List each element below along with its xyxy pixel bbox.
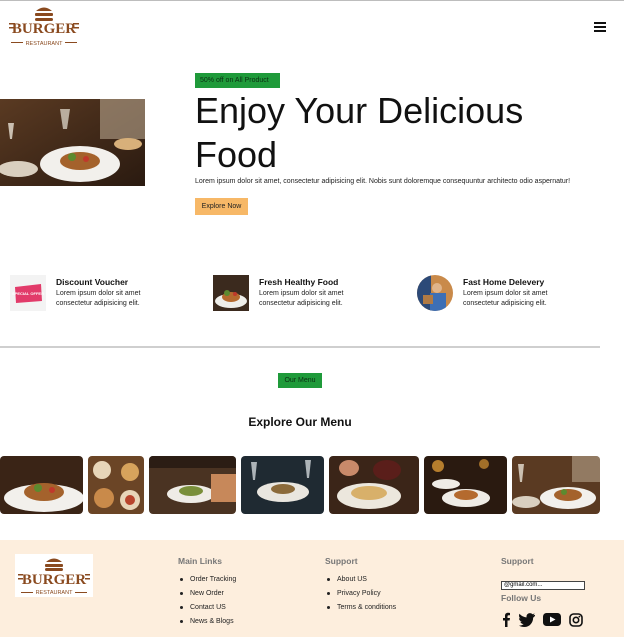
feature-text: Lorem ipsum dolor sit amet consectetur a… bbox=[56, 290, 141, 307]
section-divider bbox=[0, 346, 600, 348]
social-links bbox=[501, 612, 585, 627]
menu-item-image[interactable] bbox=[329, 456, 419, 514]
footer-contact-title: Support bbox=[501, 556, 534, 566]
hamburger-menu-icon[interactable] bbox=[594, 22, 606, 34]
menu-heading: Explore Our Menu bbox=[248, 415, 352, 429]
menu-item-image[interactable] bbox=[0, 456, 83, 514]
svg-text:BURGER: BURGER bbox=[12, 21, 76, 37]
footer-main-links: Main Links Order Tracking New Order Cont… bbox=[178, 556, 236, 629]
feature-title: Fresh Healthy Food bbox=[259, 277, 339, 287]
footer-link-privacy-policy[interactable]: Privacy Policy bbox=[325, 587, 396, 601]
explore-now-button[interactable]: Explore Now bbox=[195, 198, 248, 215]
footer-link-about-us[interactable]: About US bbox=[325, 573, 396, 587]
footer-support-contact: Support Follow Us bbox=[501, 556, 585, 627]
footer-link-order-tracking[interactable]: Order Tracking bbox=[178, 573, 236, 587]
instagram-icon[interactable] bbox=[569, 612, 583, 627]
email-field[interactable] bbox=[501, 580, 585, 590]
menu-badge: Our Menu bbox=[278, 373, 322, 388]
feature-discount-voucher: SPECIAL OFFER Discount Voucher Lorem ips… bbox=[10, 275, 200, 315]
voucher-icon: SPECIAL OFFER bbox=[10, 275, 46, 311]
feature-title: Discount Voucher bbox=[56, 277, 129, 287]
footer-logo[interactable]: BURGER RESTAURANT bbox=[15, 554, 93, 597]
delivery-icon bbox=[417, 275, 453, 311]
feature-text: Lorem ipsum dolor sit amet consectetur a… bbox=[259, 290, 344, 307]
footer-link-new-order[interactable]: New Order bbox=[178, 587, 236, 601]
feature-fresh-healthy-food: Fresh Healthy Food Lorem ipsum dolor sit… bbox=[213, 275, 403, 315]
follow-us-label: Follow Us bbox=[501, 593, 542, 603]
top-border bbox=[0, 0, 624, 1]
menu-item-image[interactable] bbox=[424, 456, 507, 514]
feature-fast-home-delivery: Fast Home Delevery Lorem ipsum dolor sit… bbox=[417, 275, 607, 315]
svg-text:RESTAURANT: RESTAURANT bbox=[36, 590, 74, 596]
footer-support-links: Support About US Privacy Policy Terms & … bbox=[325, 556, 396, 615]
footer-support-title: Support bbox=[325, 556, 358, 566]
youtube-icon[interactable] bbox=[543, 613, 561, 626]
footer: BURGER RESTAURANT Main Links Order Track… bbox=[0, 540, 624, 637]
footer-link-news-blogs[interactable]: News & Blogs bbox=[178, 615, 236, 629]
menu-item-image[interactable] bbox=[512, 456, 600, 514]
svg-text:BURGER: BURGER bbox=[22, 572, 86, 588]
hero-description: Lorem ipsum dolor sit amet, consectetur … bbox=[195, 178, 571, 185]
footer-main-links-title: Main Links bbox=[178, 556, 222, 566]
hero-title: Enjoy Your Delicious Food bbox=[195, 90, 524, 175]
menu-item-image[interactable] bbox=[149, 456, 236, 514]
facebook-icon[interactable] bbox=[501, 612, 511, 627]
footer-link-terms[interactable]: Terms & conditions bbox=[325, 601, 396, 615]
twitter-icon[interactable] bbox=[519, 612, 535, 627]
feature-text: Lorem ipsum dolor sit amet consectetur a… bbox=[463, 290, 548, 307]
brand-logo[interactable]: BURGER RESTAURANT bbox=[5, 5, 83, 49]
offer-badge: 50% off on All Product bbox=[195, 73, 280, 88]
hero-food-image bbox=[0, 99, 145, 186]
healthy-food-icon bbox=[213, 275, 249, 311]
menu-item-image[interactable] bbox=[88, 456, 144, 514]
svg-text:SPECIAL OFFER: SPECIAL OFFER bbox=[12, 291, 44, 296]
svg-text:RESTAURANT: RESTAURANT bbox=[26, 41, 64, 47]
footer-link-contact-us[interactable]: Contact US bbox=[178, 601, 236, 615]
menu-item-image[interactable] bbox=[241, 456, 324, 514]
feature-title: Fast Home Delevery bbox=[463, 277, 545, 287]
